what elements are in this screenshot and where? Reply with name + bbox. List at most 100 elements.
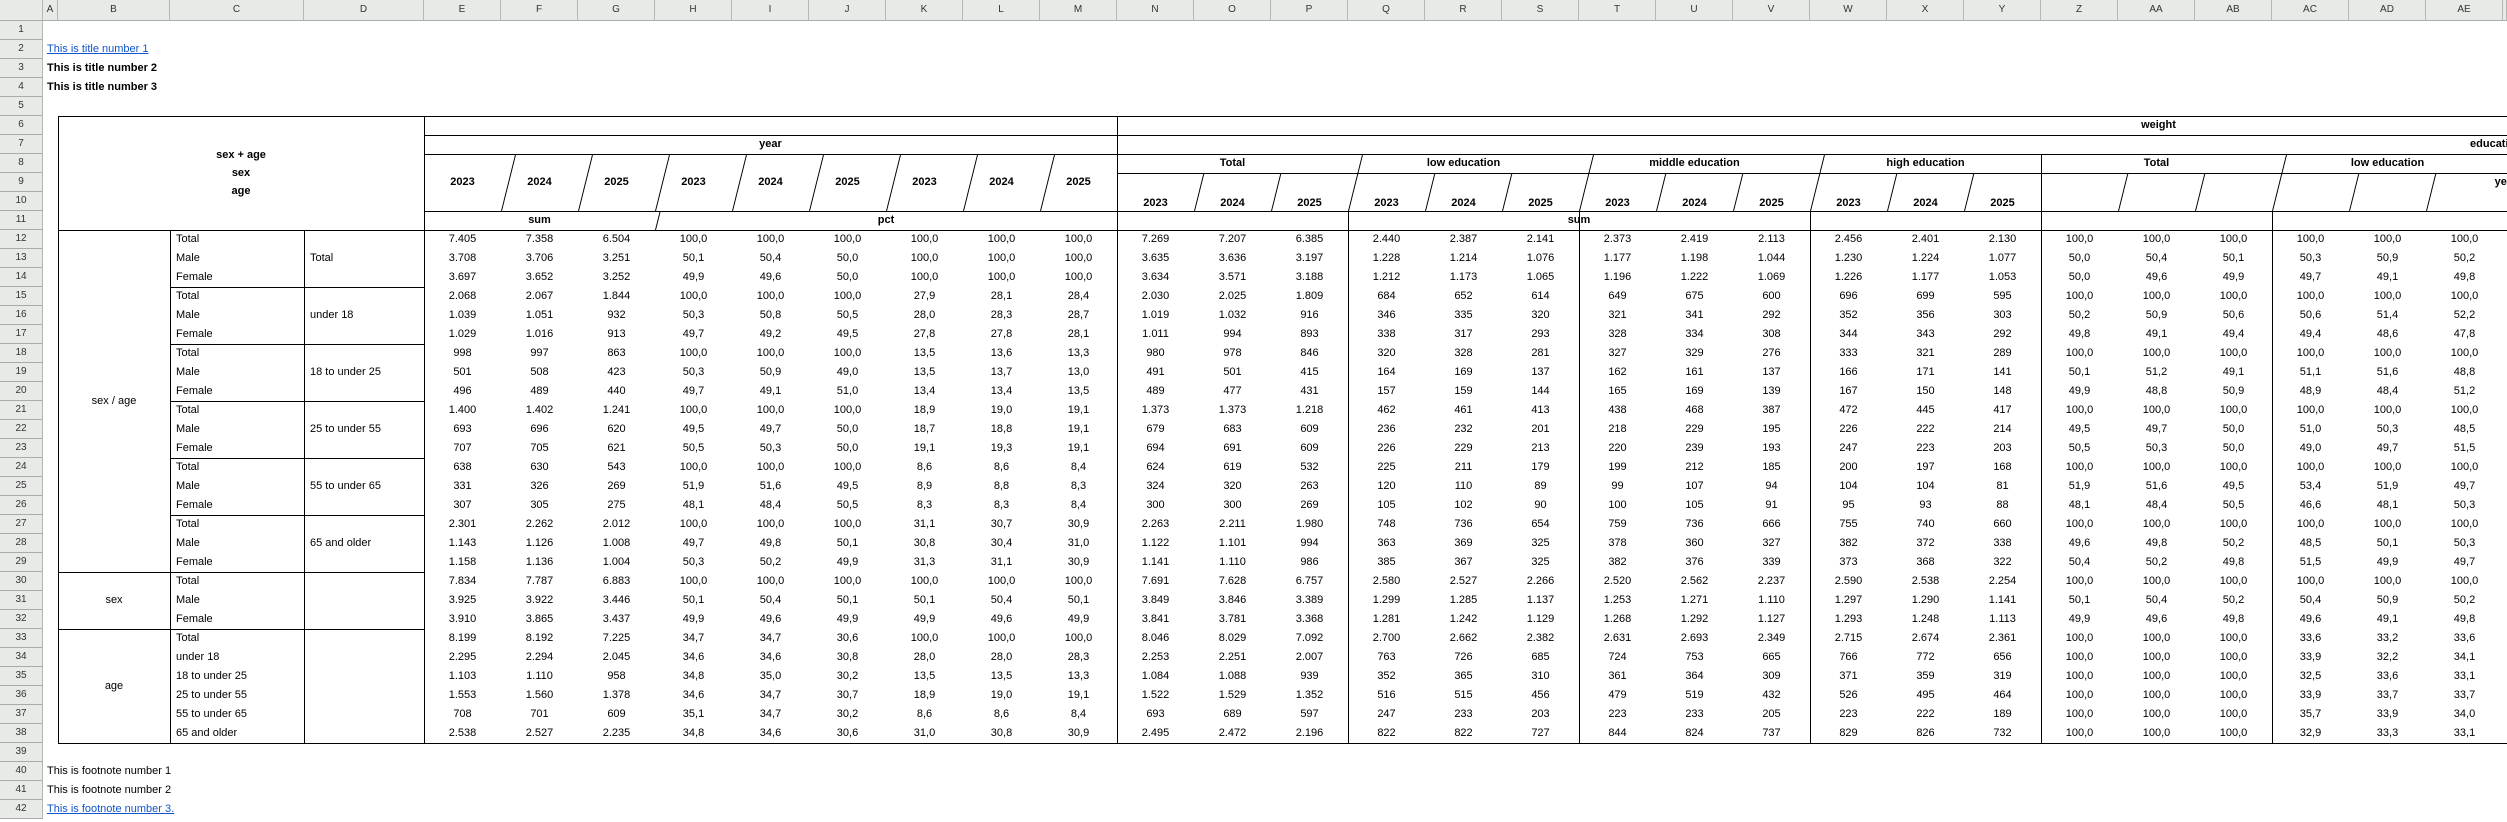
data-cell[interactable]: 100,0 [2426, 287, 2503, 306]
data-cell[interactable]: 100,0 [2041, 629, 2118, 648]
category-cell[interactable]: Male [170, 420, 304, 439]
data-cell[interactable]: 49,8 [732, 534, 809, 553]
data-cell[interactable]: 331 [424, 477, 501, 496]
data-cell[interactable]: 8,4 [1040, 705, 1117, 724]
data-cell[interactable]: 168 [1964, 458, 2041, 477]
data-cell[interactable]: 3.708 [424, 249, 501, 268]
data-cell[interactable]: 3.437 [578, 610, 655, 629]
education-header-cell[interactable]: education [2272, 135, 2507, 154]
data-cell[interactable]: 2.254 [1964, 572, 2041, 591]
data-cell[interactable]: 100,0 [655, 344, 732, 363]
data-cell[interactable]: 226 [1810, 420, 1887, 439]
data-cell[interactable]: 609 [1271, 420, 1348, 439]
data-cell[interactable]: 30,9 [1040, 553, 1117, 572]
data-cell[interactable]: 2.294 [501, 648, 578, 667]
data-cell[interactable]: 49,9 [1040, 610, 1117, 629]
data-cell[interactable]: 691 [1194, 439, 1271, 458]
data-cell[interactable]: 1.113 [1964, 610, 2041, 629]
data-cell[interactable]: 679 [1117, 420, 1194, 439]
category-cell[interactable]: 55 to under 65 [170, 705, 304, 724]
data-cell[interactable]: 1.212 [1348, 268, 1425, 287]
data-cell[interactable]: 100,0 [809, 230, 886, 249]
data-cell[interactable]: 50,4 [2118, 249, 2195, 268]
data-cell[interactable]: 100,0 [655, 287, 732, 306]
data-cell[interactable]: 1.143 [424, 534, 501, 553]
data-cell[interactable]: 19,0 [963, 686, 1040, 705]
row-header-cell[interactable]: 38 [0, 724, 43, 743]
data-cell[interactable]: 159 [1425, 382, 1502, 401]
corner-stub-cell[interactable]: sex + agesexage [58, 116, 424, 230]
data-cell[interactable]: 1.281 [1348, 610, 1425, 629]
row-header-cell[interactable]: 36 [0, 686, 43, 705]
data-cell[interactable]: 100,0 [2272, 572, 2349, 591]
data-cell[interactable]: 1.127 [1733, 610, 1810, 629]
data-cell[interactable]: 2.495 [1117, 724, 1194, 743]
data-cell[interactable]: 50,3 [732, 439, 809, 458]
data-cell[interactable]: 33,9 [2272, 686, 2349, 705]
data-cell[interactable]: 755 [1810, 515, 1887, 534]
data-cell[interactable]: 1.141 [1117, 553, 1194, 572]
data-cell[interactable]: 100,0 [886, 572, 963, 591]
data-cell[interactable]: 30,6 [809, 629, 886, 648]
data-cell[interactable]: 736 [1656, 515, 1733, 534]
data-cell[interactable]: 6.385 [1271, 230, 1348, 249]
data-cell[interactable]: 1.173 [1425, 268, 1502, 287]
data-cell[interactable]: 916 [1271, 306, 1348, 325]
category-cell[interactable]: Male [170, 306, 304, 325]
column-header-cell[interactable]: Y [1964, 0, 2041, 21]
data-cell[interactable]: 932 [578, 306, 655, 325]
data-cell[interactable]: 1.077 [1964, 249, 2041, 268]
category-cell[interactable]: Total [170, 572, 304, 591]
data-cell[interactable]: 360 [1656, 534, 1733, 553]
data-cell[interactable]: 100,0 [2118, 705, 2195, 724]
data-cell[interactable]: 2.196 [1271, 724, 1348, 743]
footnote-link[interactable]: This is footnote number 3. [47, 800, 174, 819]
data-cell[interactable]: 763 [1348, 648, 1425, 667]
data-cell[interactable]: 753 [1656, 648, 1733, 667]
column-header-cell[interactable]: W [1810, 0, 1887, 21]
data-cell[interactable]: 100,0 [2041, 401, 2118, 420]
data-cell[interactable]: 105 [1656, 496, 1733, 515]
data-cell[interactable]: 33,7 [2349, 686, 2426, 705]
data-cell[interactable]: 320 [1194, 477, 1271, 496]
year-header-cell[interactable]: year [2426, 173, 2507, 192]
data-cell[interactable]: 1.352 [1271, 686, 1348, 705]
data-cell[interactable]: 826 [1887, 724, 1964, 743]
category-cell[interactable]: Total [170, 230, 304, 249]
data-cell[interactable]: 49,6 [2272, 610, 2349, 629]
data-cell[interactable]: 100,0 [963, 629, 1040, 648]
data-cell[interactable]: 1.242 [1425, 610, 1502, 629]
year-cell[interactable]: 2023 [1579, 173, 1656, 211]
data-cell[interactable]: 51,1 [2272, 363, 2349, 382]
data-cell[interactable]: 293 [1502, 325, 1579, 344]
data-cell[interactable]: 30,4 [963, 534, 1040, 553]
category-cell[interactable]: Total [170, 401, 304, 420]
data-cell[interactable]: 100,0 [809, 401, 886, 420]
data-cell[interactable]: 50,2 [2118, 553, 2195, 572]
data-cell[interactable]: 13,5 [963, 667, 1040, 686]
category-cell[interactable]: Female [170, 610, 304, 629]
data-cell[interactable]: 229 [1656, 420, 1733, 439]
data-cell[interactable]: 2.580 [1348, 572, 1425, 591]
data-cell[interactable]: 93 [1887, 496, 1964, 515]
data-cell[interactable]: 100,0 [2118, 515, 2195, 534]
data-cell[interactable]: 100,0 [732, 572, 809, 591]
data-cell[interactable]: 200 [1810, 458, 1887, 477]
data-cell[interactable]: 696 [501, 420, 578, 439]
data-cell[interactable]: 100,0 [2041, 705, 2118, 724]
data-cell[interactable]: 50,1 [809, 534, 886, 553]
column-header-cell[interactable]: X [1887, 0, 1964, 21]
data-cell[interactable]: 34,0 [2426, 705, 2503, 724]
data-cell[interactable]: 30,8 [886, 534, 963, 553]
data-cell[interactable]: 740 [1887, 515, 1964, 534]
row-header-cell[interactable]: 33 [0, 629, 43, 648]
data-cell[interactable]: 100,0 [963, 572, 1040, 591]
data-cell[interactable]: 51,9 [2349, 477, 2426, 496]
row-header-cell[interactable]: 17 [0, 325, 43, 344]
data-cell[interactable]: 13,3 [1040, 344, 1117, 363]
data-cell[interactable]: 322 [1964, 553, 2041, 572]
data-cell[interactable]: 1.084 [1117, 667, 1194, 686]
data-cell[interactable]: 195 [1733, 420, 1810, 439]
data-cell[interactable]: 445 [1887, 401, 1964, 420]
data-cell[interactable]: 88 [1964, 496, 2041, 515]
